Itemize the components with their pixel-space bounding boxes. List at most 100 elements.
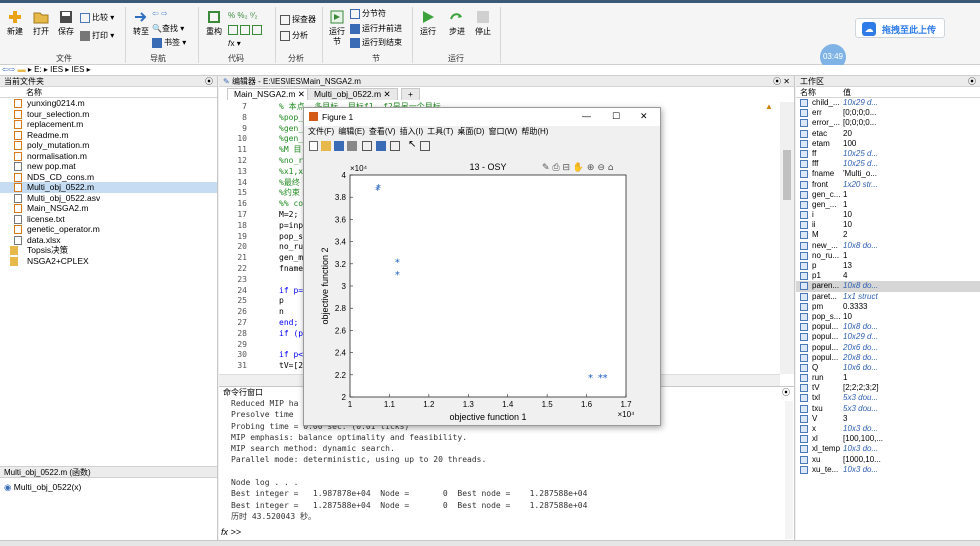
upload-dropzone[interactable]: ☁ 拖拽至此上传 [855,18,945,38]
code-tools-row2[interactable] [228,25,264,35]
breadcrumb-folder-1[interactable]: IES [50,65,63,74]
variable-row[interactable]: ff 10x25 d... [796,149,980,159]
close-button[interactable]: ✕ [640,111,648,122]
figure-menu-item[interactable]: 编辑(E) [338,127,365,136]
workspace-menu-icon[interactable]: ⦿ [968,76,976,87]
variable-row[interactable]: no_ru... 1 [796,251,980,261]
warning-icon[interactable]: ▲ [765,102,777,112]
variable-row[interactable]: fname 'Multi_o... [796,169,980,179]
variable-row[interactable]: err [0;0;0;0... [796,108,980,118]
file-item[interactable]: yunxing0214.m [0,98,217,109]
variable-row[interactable]: pm 0.3333 [796,302,980,312]
variable-row[interactable]: xu [1000,10... [796,455,980,465]
variable-row[interactable]: paren... 10x8 do... [796,281,980,292]
refactor-button[interactable]: 重构 [203,9,225,37]
details-header[interactable]: Multi_obj_0522.m (函数) [0,466,217,478]
file-item[interactable]: Multi_obj_0522.m [0,182,217,193]
section-break-button[interactable]: 分节符 [350,9,386,19]
figure-titlebar[interactable]: Figure 1 — ☐ ✕ [304,108,660,126]
fx-button[interactable]: 𝑓x ▾ [228,39,241,49]
variable-row[interactable]: M2 [796,230,980,240]
command-scrollbar[interactable] [785,401,793,539]
variable-row[interactable]: gen_c... 1 [796,190,980,200]
save-figure-icon[interactable] [334,141,344,151]
figure-menu-item[interactable]: 窗口(W) [488,127,517,136]
tab-multi-obj[interactable]: Multi_obj_0522.m ✕ [307,88,398,100]
variable-row[interactable]: paret... 1x1 struct [796,292,980,302]
variable-row[interactable]: p 13 [796,261,980,271]
goto-button[interactable]: 转至 [130,9,152,37]
file-item[interactable]: Readme.m [0,130,217,141]
variable-row[interactable]: V3 [796,414,980,424]
step-button[interactable]: 步进 [446,9,468,37]
legend-icon[interactable] [390,141,400,151]
workspace-columns[interactable]: 名称 值 [796,87,980,98]
format-icon[interactable] [240,25,250,35]
colorbar-icon[interactable] [376,141,386,151]
vertical-scrollbar[interactable] [780,102,794,374]
bookmark-button[interactable]: 书签 ▾ [152,38,186,48]
variable-row[interactable]: x 10x3 do... [796,424,980,434]
forward-arrow-icon[interactable]: ⇨ [161,9,168,18]
variable-row[interactable]: xl_temp 10x3 do... [796,444,980,454]
breadcrumb-folder-2[interactable]: IES [72,65,85,74]
file-item[interactable]: poly_mutation.m [0,140,217,151]
run-advance-button[interactable]: 运行并前进 [350,24,402,34]
command-menu-icon[interactable]: ⦿ [782,387,790,398]
variable-row[interactable]: pop_s... 10 [796,312,980,322]
run-button[interactable]: 运行 [417,9,439,37]
command-prompt[interactable]: fx >> [221,527,241,537]
new-button[interactable]: 新建 [4,9,26,37]
new-figure-icon[interactable] [309,141,318,151]
address-bar[interactable]: ⇦⇨ ▬ ▸ E: ▸ IES ▸ IES ▸ [0,65,980,76]
save-button[interactable]: 保存 [55,9,77,37]
editor-menu-icon[interactable]: ⦿ ✕ [773,76,790,87]
variable-row[interactable]: txu 5x3 dou... [796,404,980,414]
variable-row[interactable]: popul... 20x6 do... [796,343,980,353]
variable-row[interactable]: run 1 [796,373,980,383]
analyze-button[interactable]: 分析 [280,31,308,41]
find-button[interactable]: 🔍查找 ▾ [152,24,184,34]
variable-row[interactable]: fff 10x25 d... [796,159,980,169]
file-item[interactable]: replacement.m [0,119,217,130]
code-tools-row1[interactable]: % %₂ ⁰⁄₂ [228,11,257,21]
variable-row[interactable]: gen_... 1 [796,200,980,210]
minimize-button[interactable]: — [582,111,591,121]
print-figure-icon[interactable] [347,141,357,151]
back-arrow-icon[interactable]: ⇦ [152,9,159,18]
file-item[interactable]: new pop.mat [0,161,217,172]
file-item[interactable]: data.xlsx [0,235,217,246]
wrap-icon[interactable] [252,25,262,35]
variable-row[interactable]: etam 100 [796,139,980,149]
panel-menu-icon[interactable]: ⦿ [205,76,213,87]
file-item[interactable]: NSGA2+CPLEX [0,256,217,267]
file-item[interactable]: license.txt [0,214,217,225]
pointer-icon[interactable]: ↖ [408,139,416,150]
variable-row[interactable]: popul... 20x8 do... [796,353,980,363]
variable-row[interactable]: new_... 10x8 do... [796,241,980,251]
variable-row[interactable]: i 10 [796,210,980,220]
file-item[interactable]: tour_selection.m [0,109,217,120]
variable-row[interactable]: popul... 10x29 d... [796,332,980,342]
print-button[interactable]: 打印 ▾ [80,31,114,41]
figure-menu-item[interactable]: 桌面(D) [457,127,484,136]
file-item[interactable]: normalisation.m [0,151,217,162]
run-section-button[interactable]: 运行 节 [326,9,348,47]
variable-row[interactable]: front 1x20 str... [796,180,980,190]
variable-row[interactable]: p1 4 [796,271,980,281]
data-cursor-icon[interactable] [362,141,372,151]
scrollbar-thumb[interactable] [783,150,791,200]
run-to-end-button[interactable]: 运行到结束 [350,38,402,48]
plot-tools-icon[interactable] [420,141,430,151]
open-button[interactable]: 打开 [30,9,52,37]
file-item[interactable]: Multi_obj_0522.asv [0,193,217,204]
tab-main-nsga2[interactable]: Main_NSGA2.m ✕ [227,88,312,100]
variable-row[interactable]: Q 10x6 do... [796,363,980,373]
variable-row[interactable]: etac 20 [796,129,980,139]
variable-row[interactable]: txl 5x3 dou... [796,393,980,403]
compare-button[interactable]: 比较 ▾ [80,13,114,23]
figure-menu-item[interactable]: 工具(T) [427,127,453,136]
file-item[interactable]: NDS_CD_cons.m [0,172,217,183]
details-item[interactable]: ◉ Multi_obj_0522(x) [4,482,81,493]
indent-icon[interactable] [228,25,238,35]
